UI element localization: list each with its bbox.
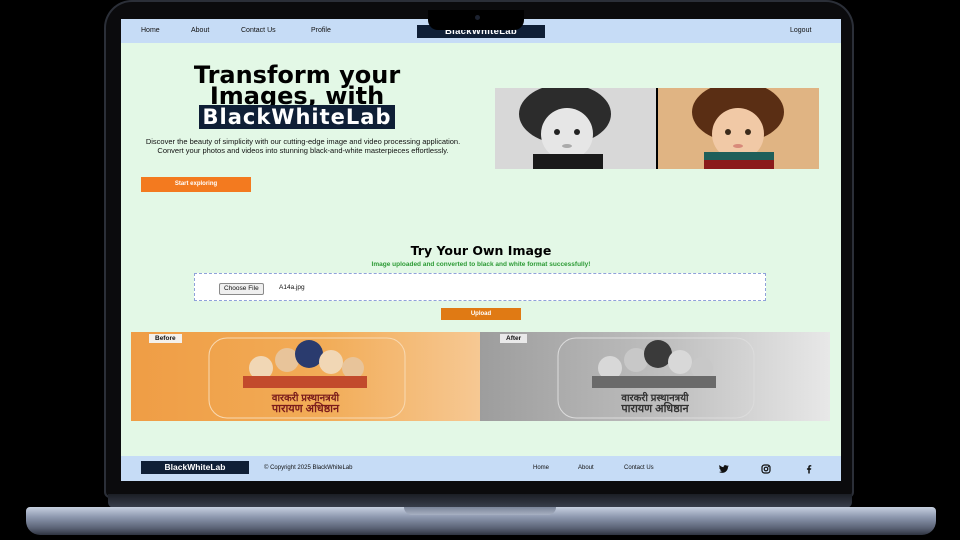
after-label: After — [500, 334, 528, 343]
choose-file-button[interactable]: Choose File — [219, 283, 264, 295]
hero-brand-highlight: BlackWhiteLab — [198, 105, 396, 129]
laptop-hinge — [108, 494, 852, 508]
hero-image-black-white — [495, 88, 656, 169]
bw-child-portrait — [495, 88, 656, 169]
nav-profile-link[interactable]: Profile — [311, 27, 331, 34]
twitter-icon[interactable] — [717, 462, 729, 474]
try-section-title: Try Your Own Image — [410, 243, 552, 258]
hero-title: Transform your Images, with — [193, 61, 401, 110]
hero-description: Discover the beauty of simplicity with o… — [145, 137, 461, 155]
footer-home-link[interactable]: Home — [533, 465, 549, 471]
nav-logout-link[interactable]: Logout — [790, 27, 811, 34]
footer-about-link[interactable]: About — [578, 465, 594, 471]
after-image-text-line2: पारायण अधिष्ठान — [621, 403, 689, 415]
hero-brand-wrapper: BlackWhiteLab — [141, 105, 453, 129]
nav-home-link[interactable]: Home — [141, 27, 160, 34]
start-exploring-button[interactable]: Start exploring — [141, 177, 251, 192]
hero-image-color — [658, 88, 819, 169]
facebook-icon[interactable] — [803, 462, 815, 474]
before-label: Before — [149, 334, 182, 343]
footer: BlackWhiteLab © Copyright 2025 BlackWhit… — [121, 456, 841, 481]
nav-about-link[interactable]: About — [191, 27, 209, 34]
laptop-opening-lip — [404, 507, 556, 515]
selected-file-name: A14a.jpg — [279, 284, 305, 291]
camera-notch — [428, 10, 524, 30]
after-image-panel: After वारकरी प्रस्थानत्रयी पारायण अधिष्ठ… — [480, 332, 830, 421]
footer-copyright: © Copyright 2025 BlackWhiteLab — [264, 465, 353, 471]
color-child-portrait — [658, 88, 819, 169]
footer-brand-logo[interactable]: BlackWhiteLab — [141, 461, 249, 474]
upload-success-message: Image uploaded and converted to black an… — [371, 261, 591, 268]
nav-contact-link[interactable]: Contact Us — [241, 27, 276, 34]
instagram-icon[interactable] — [760, 462, 772, 474]
file-input-box[interactable]: Choose File A14a.jpg — [194, 273, 766, 301]
upload-button[interactable]: Upload — [441, 308, 521, 320]
footer-contact-link[interactable]: Contact Us — [624, 465, 654, 471]
before-image-text-line2: पारायण अधिष्ठान — [271, 403, 340, 415]
webcam — [475, 15, 480, 20]
app-screen: Home About Contact Us Profile BlackWhite… — [121, 19, 841, 481]
before-image-panel: Before वारकरी प्रस्थानत्रयी पारायण अधिष्… — [131, 332, 480, 421]
